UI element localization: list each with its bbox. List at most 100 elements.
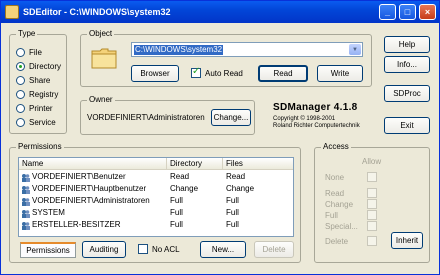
access-delete-label: Delete (325, 237, 349, 246)
no-acl-checkbox[interactable] (138, 244, 148, 254)
no-acl-option[interactable]: No ACL (138, 244, 180, 254)
sdproc-button[interactable]: SDProc (384, 85, 430, 102)
permissions-list-header: Name Directory Files (19, 158, 293, 170)
type-group-title: Type (16, 29, 38, 39)
browse-button-label: Browser (140, 69, 170, 78)
info-button-label: Info... (396, 60, 417, 69)
copyright-text: Copyright © 1998-2001 (273, 116, 336, 122)
row-directory: Full (170, 208, 183, 217)
user-group-icon (22, 186, 30, 194)
row-directory: Full (170, 220, 183, 229)
info-button[interactable]: Info... (384, 56, 430, 73)
auditing-button[interactable]: Auditing (82, 241, 126, 258)
browse-button[interactable]: Browser (131, 65, 179, 82)
object-group-title: Object (87, 29, 115, 39)
write-button[interactable]: Write (317, 65, 363, 82)
allow-header: Allow (362, 157, 382, 166)
exit-button-label: Exit (400, 121, 414, 130)
radio-share-label: Share (29, 75, 51, 85)
row-name: VORDEFINIERT\Benutzer (32, 172, 126, 181)
table-row[interactable]: VORDEFINIERT\Administratoren Full Full (19, 196, 293, 206)
object-path-combo[interactable]: C:\WINDOWS\system32 ▼ (131, 42, 363, 57)
permissions-group: Permissions Name Directory Files VORDEFI… (9, 142, 301, 263)
permissions-list[interactable]: Name Directory Files VORDEFINIERT\Benutz… (18, 157, 294, 237)
type-group: Type File Directory Share Registry Print… (9, 29, 67, 134)
window-title: SDEditor - C:\WINDOWS\system32 (23, 7, 171, 17)
table-row[interactable]: SYSTEM Full Full (19, 208, 293, 218)
owner-value: VORDEFINIERT\Administratoren (87, 113, 205, 122)
radio-printer[interactable] (16, 103, 25, 113)
tab-permissions[interactable]: Permissions (20, 242, 76, 258)
access-none-checkbox[interactable] (367, 172, 377, 182)
user-group-icon (22, 210, 30, 218)
access-special-label: Special... (325, 222, 358, 231)
type-radio-registry[interactable]: Registry (16, 88, 58, 100)
owner-group: Owner VORDEFINIERT\Administratoren Chang… (80, 95, 255, 135)
column-header-directory[interactable]: Directory (167, 158, 223, 170)
help-button[interactable]: Help (384, 36, 430, 53)
product-name: SDManager 4.1.8 (273, 102, 358, 113)
radio-directory[interactable] (16, 61, 25, 71)
type-radio-share[interactable]: Share (16, 74, 50, 86)
help-button-label: Help (398, 40, 416, 49)
row-files: Read (226, 172, 246, 181)
row-directory: Full (170, 196, 183, 205)
read-button-label: Read (273, 69, 293, 78)
change-owner-button[interactable]: Change... (211, 109, 251, 126)
radio-registry[interactable] (16, 89, 25, 99)
write-button-label: Write (330, 69, 350, 78)
column-header-name[interactable]: Name (19, 158, 167, 170)
minimize-button[interactable]: _ (379, 4, 396, 20)
row-name: VORDEFINIERT\Administratoren (32, 196, 150, 205)
radio-file[interactable] (16, 47, 25, 57)
type-radio-directory[interactable]: Directory (16, 60, 61, 72)
radio-share[interactable] (16, 75, 25, 85)
auto-read-label: Auto Read (205, 68, 243, 78)
access-read-checkbox[interactable] (367, 188, 377, 198)
type-radio-service[interactable]: Service (16, 116, 56, 128)
maximize-icon: □ (404, 6, 411, 17)
type-radio-printer[interactable]: Printer (16, 102, 53, 114)
new-button[interactable]: New... (200, 241, 246, 258)
author-text: Roland Richter Computertechnik (273, 123, 360, 129)
row-directory: Change (170, 184, 199, 193)
table-row[interactable]: VORDEFINIERT\Benutzer Read Read (19, 172, 293, 182)
tab-permissions-label: Permissions (26, 246, 70, 255)
object-path-value: C:\WINDOWS\system32 (134, 45, 224, 55)
auto-read-option[interactable]: Auto Read (191, 66, 243, 78)
access-delete-checkbox[interactable] (367, 236, 377, 246)
access-change-checkbox[interactable] (367, 199, 377, 209)
object-group: Object C:\WINDOWS\system32 ▼ Browser Aut… (80, 29, 372, 87)
access-full-label: Full (325, 211, 338, 220)
access-none-label: None (325, 173, 345, 182)
row-directory: Read (170, 172, 190, 181)
column-header-files[interactable]: Files (223, 158, 293, 170)
maximize-button[interactable]: □ (399, 4, 416, 20)
row-name: SYSTEM (32, 208, 65, 217)
radio-file-label: File (29, 47, 42, 57)
owner-group-title: Owner (87, 95, 115, 105)
read-button[interactable]: Read (258, 65, 308, 82)
radio-service[interactable] (16, 117, 25, 127)
access-full-checkbox[interactable] (367, 210, 377, 220)
type-radio-file[interactable]: File (16, 46, 42, 58)
row-name: ERSTELLER-BESITZER (32, 220, 121, 229)
delete-button-label: Delete (262, 245, 286, 254)
chevron-down-icon[interactable]: ▼ (349, 44, 361, 55)
table-row[interactable]: VORDEFINIERT\Hauptbenutzer Change Change (19, 184, 293, 194)
minimize-icon: _ (384, 6, 390, 17)
access-special-checkbox[interactable] (367, 221, 377, 231)
close-button[interactable]: × (419, 4, 436, 20)
access-group-title: Access (321, 142, 351, 152)
row-files: Full (226, 196, 239, 205)
auto-read-checkbox[interactable] (191, 66, 201, 78)
exit-button[interactable]: Exit (384, 117, 430, 134)
sdproc-button-label: SDProc (393, 89, 421, 98)
user-group-icon (22, 198, 30, 206)
delete-button[interactable]: Delete (254, 241, 294, 258)
access-change-label: Change (325, 200, 354, 209)
title-bar[interactable]: SDEditor - C:\WINDOWS\system32 _ □ × (1, 1, 439, 23)
inherit-button[interactable]: Inherit (391, 232, 423, 249)
table-row[interactable]: ERSTELLER-BESITZER Full Full (19, 220, 293, 230)
folder-icon (91, 48, 117, 69)
